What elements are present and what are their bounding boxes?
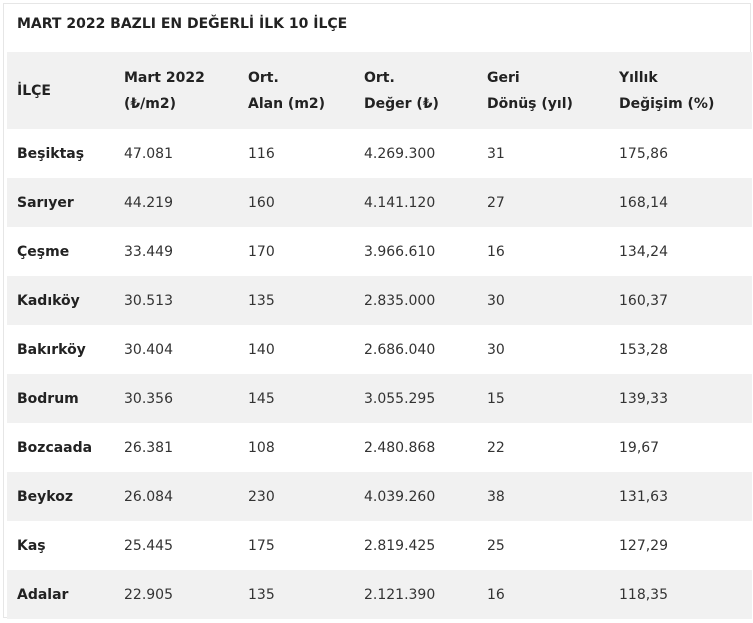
cell-avg-value: 2.121.390 bbox=[364, 586, 436, 603]
header-row: İLÇE Mart 2022 (₺/m2) Ort. Alan (m2) Ort… bbox=[7, 52, 752, 129]
cell-avg-value: 2.819.425 bbox=[364, 537, 436, 554]
cell-district: Bodrum bbox=[17, 390, 79, 407]
table-row: Sarıyer 44.219 160 4.141.120 27 168,14 bbox=[7, 178, 752, 227]
cell-price-per-m2: 26.381 bbox=[124, 439, 173, 456]
cell-avg-area: 230 bbox=[248, 488, 275, 505]
cell-avg-area: 175 bbox=[248, 537, 275, 554]
cell-annual-change: 134,24 bbox=[619, 243, 668, 260]
cell-price-per-m2: 30.513 bbox=[124, 292, 173, 309]
table-row: Çeşme 33.449 170 3.966.610 16 134,24 bbox=[7, 227, 752, 276]
cell-district: Kadıköy bbox=[17, 292, 80, 309]
header-payback-years: Geri Dönüş (yıl) bbox=[487, 69, 573, 112]
cell-price-per-m2: 30.404 bbox=[124, 341, 173, 358]
table-row: Kadıköy 30.513 135 2.835.000 30 160,37 bbox=[7, 276, 752, 325]
cell-avg-value: 2.686.040 bbox=[364, 341, 436, 358]
table-row: Bozcaada 26.381 108 2.480.868 22 19,67 bbox=[7, 423, 752, 472]
cell-avg-area: 108 bbox=[248, 439, 275, 456]
cell-price-per-m2: 30.356 bbox=[124, 390, 173, 407]
cell-price-per-m2: 44.219 bbox=[124, 194, 173, 211]
cell-annual-change: 118,35 bbox=[619, 586, 668, 603]
cell-price-per-m2: 47.081 bbox=[124, 145, 173, 162]
cell-annual-change: 19,67 bbox=[619, 439, 660, 456]
cell-avg-area: 170 bbox=[248, 243, 275, 260]
district-value-table: İLÇE Mart 2022 (₺/m2) Ort. Alan (m2) Ort… bbox=[7, 52, 752, 619]
cell-district: Kaş bbox=[17, 537, 46, 554]
cell-payback-years: 31 bbox=[487, 145, 505, 162]
cell-avg-value: 2.480.868 bbox=[364, 439, 436, 456]
cell-price-per-m2: 33.449 bbox=[124, 243, 173, 260]
cell-avg-value: 3.055.295 bbox=[364, 390, 436, 407]
cell-payback-years: 16 bbox=[487, 586, 505, 603]
table-header: İLÇE Mart 2022 (₺/m2) Ort. Alan (m2) Ort… bbox=[7, 52, 752, 129]
cell-avg-area: 140 bbox=[248, 341, 275, 358]
cell-district: Beykoz bbox=[17, 488, 73, 505]
table-card: MART 2022 BAZLI EN DEĞERLİ İLK 10 İLÇE İ… bbox=[3, 3, 752, 619]
cell-payback-years: 38 bbox=[487, 488, 505, 505]
cell-avg-value: 4.039.260 bbox=[364, 488, 436, 505]
cell-avg-value: 4.269.300 bbox=[364, 145, 436, 162]
cell-annual-change: 175,86 bbox=[619, 145, 668, 162]
cell-district: Çeşme bbox=[17, 243, 70, 260]
table-row: Beşiktaş 47.081 116 4.269.300 31 175,86 bbox=[7, 129, 752, 178]
table-row: Beykoz 26.084 230 4.039.260 38 131,63 bbox=[7, 472, 752, 521]
cell-payback-years: 30 bbox=[487, 341, 505, 358]
table-row: Bakırköy 30.404 140 2.686.040 30 153,28 bbox=[7, 325, 752, 374]
header-avg-value: Ort. Değer (₺) bbox=[364, 69, 439, 112]
header-annual-change: Yıllık Değişim (%) bbox=[619, 69, 715, 112]
cell-avg-area: 160 bbox=[248, 194, 275, 211]
cell-district: Sarıyer bbox=[17, 194, 74, 211]
cell-avg-area: 135 bbox=[248, 586, 275, 603]
cell-annual-change: 168,14 bbox=[619, 194, 668, 211]
cell-payback-years: 15 bbox=[487, 390, 505, 407]
cell-avg-area: 145 bbox=[248, 390, 275, 407]
cell-avg-value: 2.835.000 bbox=[364, 292, 436, 309]
cell-district: Beşiktaş bbox=[17, 145, 85, 162]
cell-price-per-m2: 25.445 bbox=[124, 537, 173, 554]
table-title: MART 2022 BAZLI EN DEĞERLİ İLK 10 İLÇE bbox=[17, 16, 348, 32]
table-row: Bodrum 30.356 145 3.055.295 15 139,33 bbox=[7, 374, 752, 423]
cell-district: Bakırköy bbox=[17, 341, 86, 358]
cell-annual-change: 160,37 bbox=[619, 292, 668, 309]
cell-avg-area: 116 bbox=[248, 145, 275, 162]
header-district: İLÇE bbox=[17, 82, 51, 99]
header-price-per-m2: Mart 2022 (₺/m2) bbox=[124, 69, 205, 112]
cell-payback-years: 30 bbox=[487, 292, 505, 309]
cell-district: Bozcaada bbox=[17, 439, 93, 456]
table-row: Kaş 25.445 175 2.819.425 25 127,29 bbox=[7, 521, 752, 570]
cell-price-per-m2: 26.084 bbox=[124, 488, 173, 505]
cell-payback-years: 22 bbox=[487, 439, 505, 456]
header-avg-area: Ort. Alan (m2) bbox=[248, 69, 326, 112]
cell-annual-change: 153,28 bbox=[619, 341, 668, 358]
table-body: Beşiktaş 47.081 116 4.269.300 31 175,86 … bbox=[7, 129, 752, 619]
table-row: Adalar 22.905 135 2.121.390 16 118,35 bbox=[7, 570, 752, 619]
cell-payback-years: 16 bbox=[487, 243, 505, 260]
cell-payback-years: 25 bbox=[487, 537, 505, 554]
cell-payback-years: 27 bbox=[487, 194, 505, 211]
cell-district: Adalar bbox=[17, 586, 69, 603]
cell-avg-area: 135 bbox=[248, 292, 275, 309]
cell-annual-change: 139,33 bbox=[619, 390, 668, 407]
cell-annual-change: 131,63 bbox=[619, 488, 668, 505]
cell-avg-value: 3.966.610 bbox=[364, 243, 436, 260]
cell-avg-value: 4.141.120 bbox=[364, 194, 436, 211]
cell-annual-change: 127,29 bbox=[619, 537, 668, 554]
cell-price-per-m2: 22.905 bbox=[124, 586, 173, 603]
